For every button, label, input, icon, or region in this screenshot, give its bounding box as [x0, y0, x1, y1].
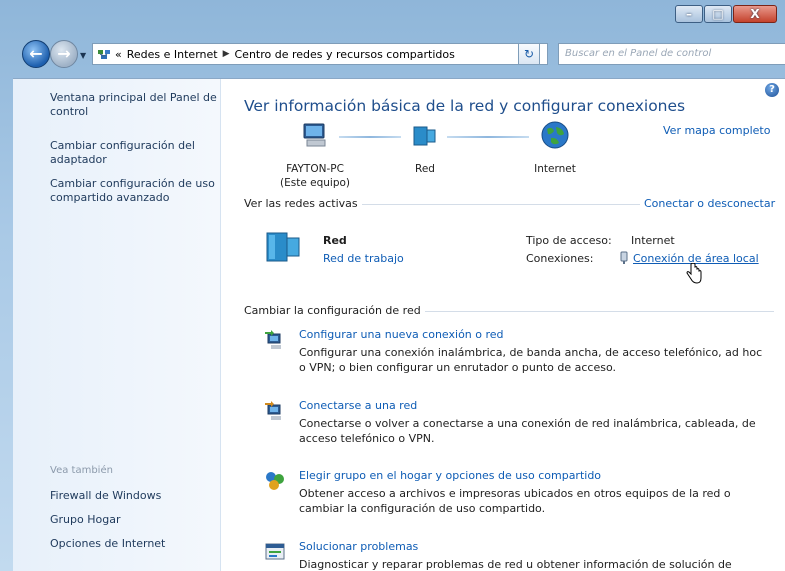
task-connect-network-link[interactable]: Conectarse a una red	[299, 399, 417, 412]
breadcrumb-item-centro[interactable]: Centro de redes y recursos compartidos	[235, 48, 455, 61]
map-link-line	[339, 136, 401, 138]
close-button[interactable]: X	[733, 5, 777, 23]
active-network-name: Red	[323, 234, 347, 247]
title-bar-buttons: – □ X	[674, 5, 777, 23]
homegroup-icon	[266, 472, 284, 490]
map-internet-label: Internet	[534, 163, 576, 175]
content-area: Ventana principal del Panel de control C…	[13, 78, 785, 571]
sidebar-link-internet-options[interactable]: Opciones de Internet	[50, 537, 220, 551]
map-network-label: Red	[415, 163, 435, 175]
see-also-heading: Vea también	[50, 465, 113, 476]
maximize-button[interactable]: □	[704, 5, 732, 23]
troubleshoot-icon	[265, 543, 285, 560]
breadcrumb-overflow[interactable]: «	[115, 48, 122, 61]
active-network-icon	[266, 232, 300, 262]
breadcrumb-item-redes[interactable]: Redes e Internet	[127, 48, 218, 61]
breadcrumb[interactable]: « Redes e Internet ▶ Centro de redes y r…	[92, 43, 548, 65]
forward-arrow-icon: →	[57, 44, 71, 63]
sidebar-link-advanced-sharing[interactable]: Cambiar configuración de uso compartido …	[50, 177, 220, 205]
task-new-connection: Configurar una nueva conexión o red Conf…	[243, 328, 763, 388]
computer-icon	[303, 123, 326, 147]
view-full-map-link[interactable]: Ver mapa completo	[663, 124, 770, 137]
connect-disconnect-link[interactable]: Conectar o desconectar	[640, 197, 776, 210]
task-homegroup-link[interactable]: Elegir grupo en el hogar y opciones de u…	[299, 469, 601, 482]
access-type-label: Tipo de acceso:	[526, 234, 612, 247]
sidebar-link-control-panel-home[interactable]: Ventana principal del Panel de control	[50, 91, 220, 119]
page-title: Ver información básica de la red y confi…	[244, 97, 686, 115]
network-icon	[413, 126, 436, 146]
sidebar: Ventana principal del Panel de control C…	[13, 79, 221, 571]
task-homegroup-desc: Obtener acceso a archivos e impresoras u…	[299, 487, 731, 515]
main-panel: ? Ver información básica de la red y con…	[221, 79, 785, 571]
task-homegroup: Elegir grupo en el hogar y opciones de u…	[243, 469, 763, 529]
internet-globe-icon	[541, 121, 569, 149]
active-networks-heading: Ver las redes activas	[244, 197, 362, 210]
breadcrumb-separator-icon[interactable]: ▶	[223, 49, 230, 59]
task-troubleshoot-link[interactable]: Solucionar problemas	[299, 540, 418, 553]
address-bar-row: ← → ▼ « Redes e Internet ▶ Centro de red…	[0, 34, 785, 74]
minimize-button[interactable]: –	[675, 5, 703, 23]
task-new-connection-desc: Configurar una conexión inalámbrica, de …	[299, 346, 763, 374]
refresh-icon: ↻	[523, 47, 535, 61]
sidebar-link-firewall[interactable]: Firewall de Windows	[50, 489, 220, 503]
ethernet-connection-icon	[620, 251, 628, 264]
map-computer-name: FAYTON-PC	[286, 163, 344, 175]
task-troubleshoot-desc: Diagnosticar y reparar problemas de red …	[299, 558, 732, 571]
connect-network-icon	[265, 401, 281, 420]
recent-pages-dropdown[interactable]: ▼	[80, 51, 86, 60]
help-icon[interactable]: ?	[765, 83, 779, 97]
network-type-link[interactable]: Red de trabajo	[323, 252, 404, 265]
task-connect-network: Conectarse a una red Conectarse o volver…	[243, 399, 763, 459]
task-connect-network-desc: Conectarse o volver a conectarse a una c…	[299, 417, 756, 445]
sidebar-link-adapter-settings[interactable]: Cambiar configuración del adaptador	[50, 139, 220, 167]
refresh-button[interactable]: ↻	[518, 43, 540, 65]
network-folder-icon	[98, 50, 110, 59]
back-arrow-icon: ←	[29, 44, 43, 63]
change-settings-heading: Cambiar la configuración de red	[244, 304, 425, 317]
task-new-connection-link[interactable]: Configurar una nueva conexión o red	[299, 328, 504, 341]
sidebar-link-homegroup[interactable]: Grupo Hogar	[50, 513, 220, 527]
search-input[interactable]: Buscar en el Panel de control ⌕	[558, 43, 785, 65]
map-computer-sub: (Este equipo)	[280, 177, 350, 189]
task-troubleshoot: Solucionar problemas Diagnosticar y repa…	[243, 540, 763, 571]
access-type-value: Internet	[631, 234, 675, 247]
window-frame: – □ X ← → ▼ « Redes e Internet ▶ Centro …	[0, 0, 785, 571]
new-connection-icon	[265, 330, 281, 349]
connections-label: Conexiones:	[526, 252, 594, 265]
forward-button[interactable]: →	[50, 40, 78, 68]
back-button[interactable]: ←	[22, 40, 50, 68]
hand-cursor-icon	[686, 263, 702, 284]
map-link-line	[447, 136, 529, 138]
